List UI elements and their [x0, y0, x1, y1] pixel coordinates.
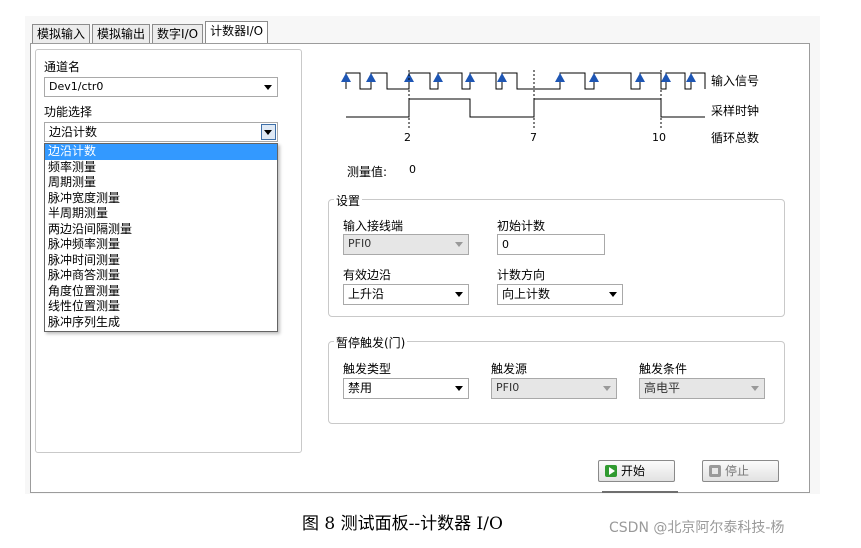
chevron-down-icon [609, 292, 617, 297]
function-label: 功能选择 [44, 105, 93, 119]
input-terminal-select[interactable]: PFI0 [343, 234, 469, 255]
function-option[interactable]: 角度位置测量 [45, 284, 277, 300]
channel-value: Dev1/ctr0 [49, 80, 104, 93]
active-edge-label: 有效边沿 [343, 268, 392, 282]
chevron-down-icon [455, 292, 463, 297]
chevron-down-icon [455, 386, 463, 391]
chevron-down-icon [455, 242, 463, 247]
trigger-condition-value: 高电平 [644, 381, 681, 395]
function-value: 边沿计数 [49, 125, 98, 139]
tab-digital-io[interactable]: 数字I/O [152, 24, 204, 44]
sample-clock-label: 采样时钟 [711, 104, 760, 118]
measure-label: 测量值: [347, 165, 388, 179]
figure-caption: 图 8 测试面板--计数器 I/O [302, 514, 503, 534]
rising-edge-arrow [635, 73, 645, 82]
trigger-title: 暂停触发(门) [334, 334, 408, 351]
input-signal-waveform [345, 72, 706, 90]
chevron-down-icon [603, 386, 611, 391]
start-underline [602, 491, 678, 493]
input-signal-label: 输入信号 [711, 74, 760, 88]
channel-label: 通道名 [44, 60, 81, 74]
tick-10: 10 [652, 131, 666, 144]
tab-analog-input[interactable]: 模拟输入 [32, 24, 91, 44]
input-terminal-label: 输入接线端 [343, 219, 404, 233]
tab-analog-output[interactable]: 模拟输出 [92, 24, 151, 44]
function-option[interactable]: 脉冲宽度测量 [45, 191, 277, 207]
trigger-source-value: PFI0 [496, 381, 520, 394]
stop-label: 停止 [725, 464, 750, 478]
rising-edge-arrow [341, 73, 351, 82]
function-option[interactable]: 半周期测量 [45, 206, 277, 222]
tab-bar: 模拟输入 模拟输出 数字I/O 计数器I/O [32, 21, 270, 44]
function-option[interactable]: 脉冲商答测量 [45, 268, 277, 284]
trigger-source-label: 触发源 [491, 362, 528, 376]
channel-select[interactable]: Dev1/ctr0 [44, 77, 278, 97]
rising-edge-arrow [497, 73, 507, 82]
rising-edge-arrow [433, 73, 443, 82]
function-option[interactable]: 边沿计数 [45, 144, 277, 160]
initial-count-input[interactable]: 0 [497, 234, 605, 255]
active-edge-select[interactable]: 上升沿 [343, 284, 469, 305]
trigger-type-label: 触发类型 [343, 362, 392, 376]
function-option[interactable]: 脉冲时间测量 [45, 253, 277, 269]
play-icon [605, 465, 617, 477]
trigger-condition-select[interactable]: 高电平 [639, 378, 765, 399]
rising-edge-arrow [661, 73, 671, 82]
chevron-down-icon [264, 85, 272, 90]
function-option[interactable]: 脉冲频率测量 [45, 237, 277, 253]
function-dropdown-list: 边沿计数 频率测量 周期测量 脉冲宽度测量 半周期测量 两边沿间隔测量 脉冲频率测量 脉冲时间… [44, 143, 278, 332]
stop-icon [709, 465, 721, 477]
trigger-source-select[interactable]: PFI0 [491, 378, 617, 399]
function-option[interactable]: 频率测量 [45, 160, 277, 176]
settings-title: 设置 [334, 192, 363, 209]
count-direction-value: 向上计数 [502, 287, 551, 301]
sample-clock-waveform [346, 98, 705, 118]
rising-edge-arrow [555, 73, 565, 82]
trigger-type-select[interactable]: 禁用 [343, 378, 469, 399]
tab-counter-io[interactable]: 计数器I/O [205, 21, 269, 44]
tick-7: 7 [530, 131, 537, 144]
stop-button[interactable]: 停止 [702, 460, 779, 482]
dropdown-button[interactable] [261, 124, 276, 140]
start-label: 开始 [621, 464, 646, 478]
initial-count-label: 初始计数 [497, 219, 546, 233]
measure-value: 0 [409, 163, 416, 176]
active-edge-value: 上升沿 [348, 287, 385, 301]
cycle-total-label: 循环总数 [711, 131, 760, 145]
rising-edge-arrow [366, 73, 376, 82]
function-select[interactable]: 边沿计数 [44, 122, 278, 142]
chevron-down-icon [751, 386, 759, 391]
rising-edge-arrow [465, 73, 475, 82]
function-option[interactable]: 周期测量 [45, 175, 277, 191]
function-option[interactable]: 线性位置测量 [45, 299, 277, 315]
rising-edge-arrow [589, 73, 599, 82]
count-direction-label: 计数方向 [497, 268, 546, 282]
chevron-down-icon [264, 130, 272, 135]
watermark: CSDN @北京阿尔泰科技-杨 [609, 520, 785, 536]
rising-edge-arrow [686, 73, 696, 82]
trigger-type-value: 禁用 [348, 381, 373, 395]
trigger-condition-label: 触发条件 [639, 362, 688, 376]
count-direction-select[interactable]: 向上计数 [497, 284, 623, 305]
function-option[interactable]: 脉冲序列生成 [45, 315, 277, 331]
start-button[interactable]: 开始 [598, 460, 675, 482]
function-option[interactable]: 两边沿间隔测量 [45, 222, 277, 238]
input-terminal-value: PFI0 [348, 237, 372, 250]
tick-2: 2 [404, 131, 411, 144]
